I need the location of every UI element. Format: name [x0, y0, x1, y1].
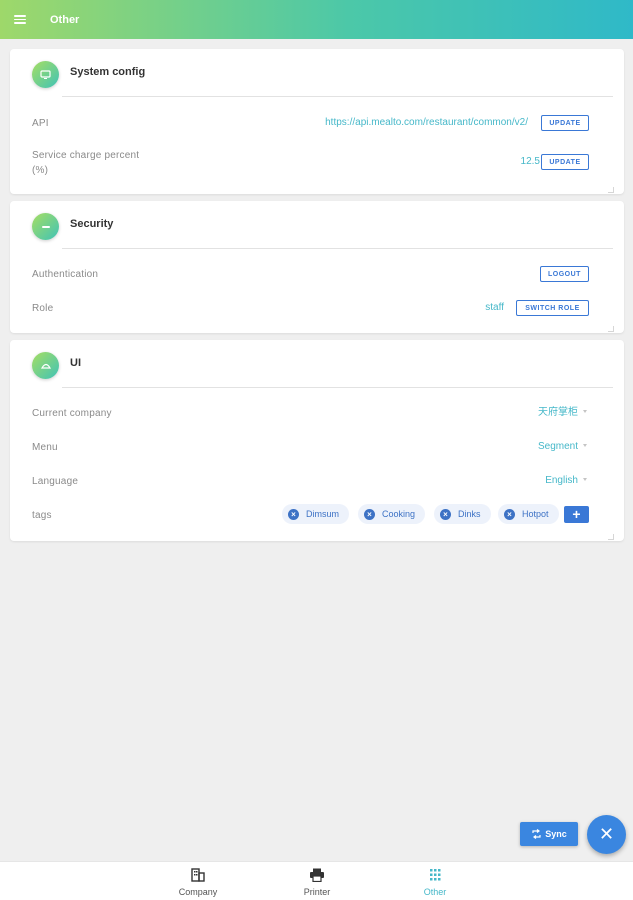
printer-icon	[310, 868, 324, 882]
menu-row[interactable]: Menu Segment	[10, 440, 624, 458]
close-fab-button[interactable]: ✕	[587, 815, 626, 854]
add-tag-button[interactable]: +	[564, 506, 589, 523]
resize-handle	[608, 187, 614, 193]
close-icon[interactable]: ×	[364, 508, 375, 520]
current-company-label: Current company	[32, 408, 112, 419]
divider	[62, 96, 613, 97]
tag-chip[interactable]: × Dimsum	[282, 504, 349, 524]
role-row: Role staff SWITCH ROLE	[10, 300, 624, 319]
api-row: API https://api.mealto.com/restaurant/co…	[10, 115, 624, 136]
current-company-row[interactable]: Current company 天府掌柜	[10, 406, 624, 424]
authentication-label: Authentication	[32, 269, 99, 280]
nav-item-other[interactable]: Other	[395, 862, 475, 900]
nav-label: Company	[178, 887, 218, 897]
tag-label: Dinks	[458, 509, 481, 519]
grid-icon	[430, 869, 441, 881]
tag-label: Cooking	[382, 509, 416, 519]
authentication-row: Authentication LOGOUT	[10, 266, 624, 285]
divider	[62, 387, 613, 388]
hamburger-menu-icon[interactable]	[0, 0, 40, 39]
building-icon	[191, 868, 205, 882]
card-title: Security	[70, 218, 114, 230]
sync-button[interactable]: Sync	[520, 822, 578, 846]
menu-select[interactable]: Segment	[538, 440, 578, 454]
security-card: Security Authentication LOGOUT Role staf…	[10, 201, 624, 333]
menu-label: Menu	[32, 442, 58, 453]
update-api-button[interactable]: UPDATE	[541, 115, 589, 131]
app-header: Other	[0, 0, 633, 39]
tags-label: tags	[32, 510, 52, 521]
minus-circle-icon	[32, 213, 59, 240]
language-select[interactable]: English	[545, 474, 578, 488]
monitor-icon	[32, 61, 59, 88]
tag-chip[interactable]: × Hotpot	[498, 504, 559, 524]
card-title: UI	[70, 357, 81, 369]
service-charge-unit-label: (%)	[32, 165, 49, 176]
close-icon: ✕	[598, 824, 615, 844]
role-label: Role	[32, 303, 54, 314]
sync-label: Sync	[545, 829, 567, 839]
switch-role-button[interactable]: SWITCH ROLE	[516, 300, 589, 316]
update-service-charge-button[interactable]: UPDATE	[541, 154, 589, 170]
resize-handle	[608, 534, 614, 540]
tag-chip[interactable]: × Dinks	[434, 504, 491, 524]
chevron-down-icon	[583, 478, 587, 481]
chevron-down-icon	[583, 444, 587, 447]
card-header: Security	[10, 201, 624, 249]
card-header: UI	[10, 340, 624, 388]
language-row[interactable]: Language English	[10, 474, 624, 492]
tag-label: Hotpot	[522, 509, 549, 519]
nav-label: Printer	[303, 887, 331, 897]
nav-item-printer[interactable]: Printer	[277, 862, 357, 900]
nav-label: Other	[423, 887, 447, 897]
service-charge-value[interactable]: 12.5	[521, 155, 540, 169]
logout-button[interactable]: LOGOUT	[540, 266, 589, 282]
close-icon[interactable]: ×	[440, 508, 451, 520]
role-value: staff	[485, 302, 504, 313]
nav-item-company[interactable]: Company	[158, 862, 238, 900]
tag-label: Dimsum	[306, 509, 339, 519]
sync-icon	[532, 829, 541, 839]
current-company-select[interactable]: 天府掌柜	[538, 406, 578, 420]
language-label: Language	[32, 476, 79, 487]
card-header: System config	[10, 49, 624, 97]
chevron-down-icon	[583, 410, 587, 413]
ui-card: UI Current company 天府掌柜 Menu Segment Lan…	[10, 340, 624, 541]
divider	[62, 248, 613, 249]
service-charge-label: Service charge percent	[32, 150, 140, 161]
bottom-navigation: Company Printer Other	[0, 861, 633, 900]
api-value[interactable]: https://api.mealto.com/restaurant/common…	[325, 116, 528, 130]
service-charge-row: Service charge percent (%) 12.5 UPDATE	[10, 148, 624, 180]
page-title: Other	[50, 13, 80, 26]
tags-row: tags × Dimsum × Cooking × Dinks × Hotpot…	[10, 504, 624, 528]
palette-icon	[32, 352, 59, 379]
close-icon[interactable]: ×	[504, 508, 515, 520]
system-config-card: System config API https://api.mealto.com…	[10, 49, 624, 194]
tag-chip[interactable]: × Cooking	[358, 504, 426, 524]
resize-handle	[608, 326, 614, 332]
card-title: System config	[70, 66, 146, 78]
api-label: API	[32, 118, 49, 129]
close-icon[interactable]: ×	[288, 508, 299, 520]
